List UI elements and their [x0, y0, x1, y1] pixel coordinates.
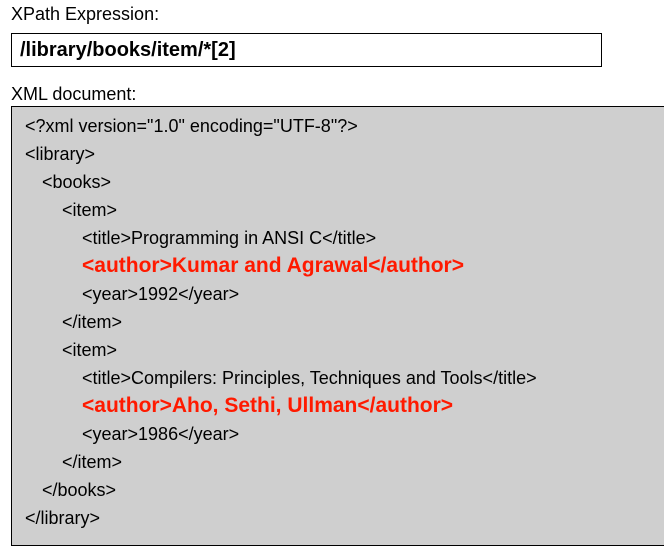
xpath-expression-predicate: [2]	[211, 39, 236, 61]
books-close-line: </books>	[42, 480, 117, 500]
xml-declaration-line: <?xml version="1.0" encoding="UTF-8"?>	[25, 116, 358, 136]
item-1-open-line: <item>	[62, 200, 118, 220]
books-open-line: <books>	[42, 172, 112, 192]
item-2-close-line: </item>	[62, 452, 123, 472]
item-2-title-line: <title>Compilers: Principles, Techniques…	[82, 368, 537, 388]
xml-document-panel[interactable]: <?xml version="1.0" encoding="UTF-8"?> <…	[11, 106, 664, 546]
item-1-year-line: <year>1992</year>	[82, 284, 240, 304]
item-1-close-line: </item>	[62, 312, 123, 332]
xpath-expression-label: XPath Expression:	[11, 4, 160, 24]
xml-document-label: XML document:	[11, 84, 137, 104]
xpath-expression-path: /library/books/item/*	[20, 39, 212, 61]
library-close-line: </library>	[25, 508, 101, 528]
item-2-year-line: <year>1986</year>	[82, 424, 240, 444]
item-2-author-line-highlighted: <author>Aho, Sethi, Ullman</author>	[82, 394, 454, 417]
library-open-line: <library>	[25, 144, 96, 164]
item-1-title-line: <title>Programming in ANSI C</title>	[82, 228, 377, 248]
xpath-expression-input[interactable]: /library/books/item/*[2]	[11, 33, 602, 67]
item-2-open-line: <item>	[62, 340, 118, 360]
item-1-author-line-highlighted: <author>Kumar and Agrawal</author>	[82, 254, 464, 277]
